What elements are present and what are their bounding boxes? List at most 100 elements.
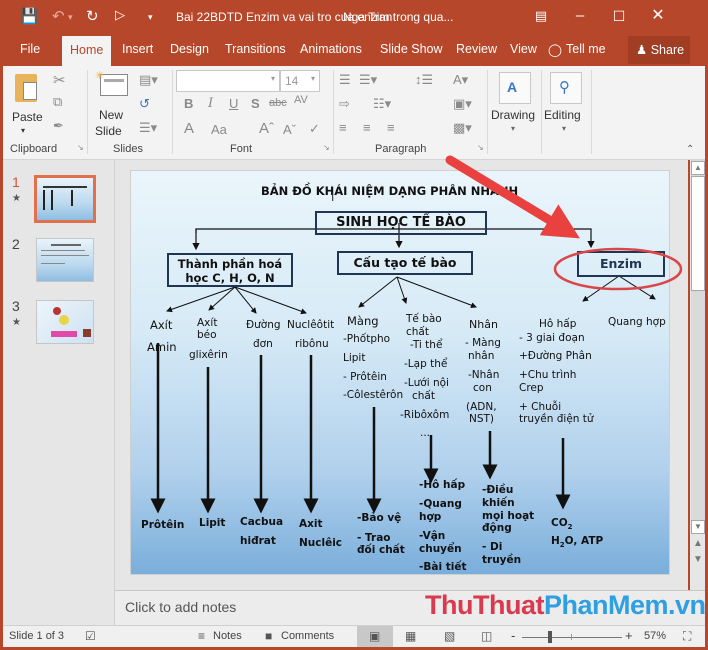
scroll-down-button[interactable]: ▼ — [691, 520, 705, 534]
slide-thumbnail-3[interactable] — [36, 300, 94, 344]
section-icon[interactable]: ☰▾ — [139, 120, 157, 136]
indent-icon[interactable]: ⇨ — [339, 96, 350, 112]
result-co2: CO2 — [551, 517, 573, 532]
tab-animations[interactable]: Animations — [300, 42, 362, 56]
ribbon-display-options-icon[interactable]: ▤ — [526, 5, 556, 27]
copy-icon[interactable]: ⧉ — [53, 94, 62, 110]
normal-view-button[interactable]: ▣ — [357, 626, 393, 647]
shapes-icon: A — [499, 72, 531, 104]
clipboard-launcher-icon[interactable]: ↘ — [77, 143, 84, 152]
collapse-ribbon-icon[interactable]: ⌃ — [686, 144, 694, 155]
root-node[interactable]: SINH HỌC TẾ BÀO — [315, 211, 487, 235]
zoom-slider-handle[interactable] — [548, 631, 552, 643]
cell-structure-node[interactable]: Cấu tạo tế bào — [337, 251, 473, 275]
fit-to-window-icon[interactable]: ⛶ — [683, 629, 691, 644]
columns-icon[interactable]: ☷▾ — [373, 96, 391, 112]
slide-sorter-icon[interactable]: ▦ — [405, 629, 416, 643]
tab-file[interactable]: File — [20, 42, 40, 56]
bold-button[interactable]: B — [184, 96, 193, 111]
minimize-button[interactable]: – — [565, 5, 595, 27]
result-text: Lipit — [199, 517, 226, 529]
tab-insert[interactable]: Insert — [122, 42, 153, 56]
notes-placeholder[interactable]: Click to add notes — [125, 599, 236, 615]
slide-title[interactable]: BẢN ĐỒ KHÁI NIỆM DẠNG PHÂN NHÁNH — [261, 185, 518, 198]
change-case-button[interactable]: Aa — [211, 122, 227, 137]
close-button[interactable]: ✕ — [643, 5, 673, 27]
decrease-font-size-icon[interactable]: Aˇ — [283, 122, 296, 137]
paste-button[interactable]: Paste ▾ — [11, 70, 43, 138]
comments-button[interactable]: Comments — [281, 630, 334, 642]
previous-slide-icon[interactable]: ▲ — [693, 538, 703, 549]
undo-icon[interactable]: ↶ — [52, 7, 65, 25]
strikethrough-button[interactable]: abc — [269, 97, 287, 109]
enzyme-node[interactable]: Enzim — [577, 251, 665, 277]
format-painter-icon[interactable]: ✒ — [53, 118, 64, 134]
increase-font-size-icon[interactable]: Aˆ — [259, 120, 274, 137]
zoom-slider[interactable] — [522, 637, 622, 638]
shadow-button[interactable]: S — [251, 96, 260, 111]
save-icon[interactable]: 💾 — [20, 7, 39, 25]
paragraph-launcher-icon[interactable]: ↘ — [477, 143, 484, 152]
vertical-scrollbar[interactable]: ▲ ▼ ▲ ▼ — [690, 160, 705, 590]
align-left-icon[interactable]: ≡ — [339, 120, 347, 135]
tab-review[interactable]: Review — [456, 42, 497, 56]
line-spacing-icon[interactable]: ↕☰ — [415, 72, 433, 88]
start-from-beginning-icon[interactable]: ▷ — [115, 7, 125, 23]
reset-slide-icon[interactable]: ↺ — [139, 96, 150, 112]
font-launcher-icon[interactable]: ↘ — [323, 143, 330, 152]
cut-icon[interactable]: ✂ — [53, 71, 66, 89]
result-text: -Quang — [419, 498, 462, 510]
result-text: truyền — [482, 554, 522, 566]
notes-icon[interactable]: ≡ — [198, 629, 205, 643]
notes-button[interactable]: Notes — [213, 630, 242, 642]
font-name-input[interactable]: ▾ — [176, 70, 280, 92]
new-slide-button[interactable]: ✳ New Slide — [95, 70, 135, 138]
align-center-icon[interactable]: ≡ — [363, 120, 371, 135]
comments-icon[interactable]: ■ — [265, 629, 272, 643]
result-text: chuyển — [419, 543, 462, 555]
chemical-composition-node[interactable]: Thành phần hoá học C, H, O, N — [167, 253, 293, 287]
italic-button[interactable]: I — [208, 96, 213, 111]
tab-home[interactable]: Home — [62, 36, 112, 66]
node-text: chất — [406, 326, 429, 338]
scrollbar-thumb[interactable] — [691, 176, 705, 291]
zoom-level[interactable]: 57% — [644, 630, 666, 642]
layout-icon[interactable]: ▤▾ — [139, 72, 158, 88]
reading-view-icon[interactable]: ▧ — [444, 629, 455, 643]
scroll-up-button[interactable]: ▲ — [691, 161, 705, 175]
smartart-icon[interactable]: ▩▾ — [453, 120, 472, 136]
underline-button[interactable]: U — [229, 96, 238, 111]
tab-transitions[interactable]: Transitions — [225, 42, 286, 56]
zoom-in-button[interactable]: + — [625, 628, 633, 643]
character-spacing-button[interactable]: AV — [294, 94, 308, 106]
drawing-button[interactable]: A Drawing ▾ — [491, 70, 539, 140]
slideshow-view-icon[interactable]: ◫ — [481, 629, 492, 643]
slide-canvas[interactable]: BẢN ĐỒ KHÁI NIỆM DẠNG PHÂN NHÁNH SINH HỌ… — [130, 170, 670, 575]
tab-slide-show[interactable]: Slide Show — [380, 42, 443, 56]
maximize-button[interactable]: ☐ — [604, 5, 634, 27]
align-text-icon[interactable]: ▣▾ — [453, 96, 472, 112]
user-name[interactable]: Nga Tran — [343, 10, 392, 24]
undo-dropdown-icon[interactable]: ▾ — [68, 12, 73, 23]
tab-design[interactable]: Design — [170, 42, 209, 56]
paste-dropdown-icon: ▾ — [21, 126, 26, 135]
slide-thumbnail-2[interactable] — [36, 238, 94, 282]
node-text: con — [473, 382, 492, 394]
redo-icon[interactable]: ↻ — [86, 7, 99, 25]
editing-button[interactable]: ⚲ Editing ▾ — [544, 70, 588, 140]
justify-icon[interactable]: ≡ — [387, 120, 395, 135]
next-slide-icon[interactable]: ▼ — [693, 554, 703, 565]
customize-quick-access-icon[interactable]: ▾ — [148, 12, 153, 23]
tab-view[interactable]: View — [510, 42, 537, 56]
slide-thumbnail-1[interactable] — [34, 175, 96, 223]
zoom-out-button[interactable]: - — [511, 628, 515, 643]
numbering-icon[interactable]: ☰▾ — [359, 72, 377, 88]
share-button[interactable]: ♟ Share — [628, 36, 690, 64]
tell-me-search[interactable]: Tell me — [566, 42, 606, 56]
font-size-input[interactable]: 14 ▾ — [280, 70, 320, 92]
clear-formatting-icon[interactable]: ✓ — [309, 121, 320, 137]
bullets-icon[interactable]: ☰ — [339, 72, 351, 88]
font-color-button[interactable]: A — [184, 120, 194, 137]
text-direction-icon[interactable]: A▾ — [453, 72, 468, 88]
spell-check-icon[interactable]: ☑ — [85, 629, 96, 643]
